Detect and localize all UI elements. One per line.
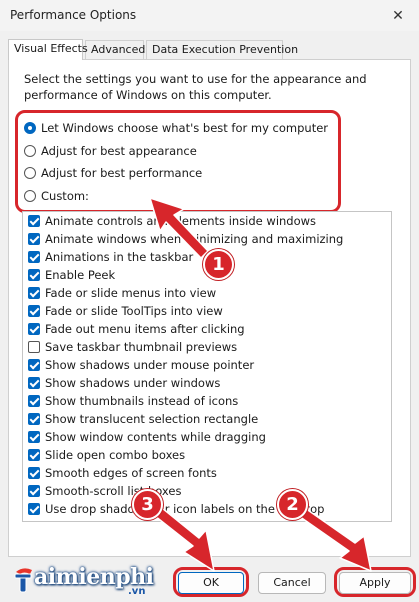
checkbox-checked-icon[interactable] (28, 233, 40, 245)
option-label: Show shadows under windows (45, 376, 221, 390)
step-3-badge: 3 (132, 489, 163, 520)
checkbox-checked-icon[interactable] (28, 251, 40, 263)
checkbox-checked-icon[interactable] (28, 323, 40, 335)
option-label: Animate windows when minimizing and maxi… (45, 232, 344, 246)
option-label: Animations in the taskbar (45, 250, 194, 264)
step-2-badge: 2 (277, 489, 308, 520)
description-text: Select the settings you want to use for … (24, 72, 367, 102)
checkbox-checked-icon[interactable] (28, 485, 40, 497)
checkbox-checked-icon[interactable] (28, 503, 40, 515)
option-label: Smooth edges of screen fonts (45, 466, 217, 480)
option-label: Fade out menu items after clicking (45, 322, 245, 336)
option-row[interactable]: Enable Peek (28, 267, 115, 283)
checkbox-checked-icon[interactable] (28, 467, 40, 479)
watermark-domain: .vn (128, 586, 146, 597)
checkbox-checked-icon[interactable] (28, 413, 40, 425)
option-row[interactable]: Slide open combo boxes (28, 447, 185, 463)
close-icon[interactable]: ✕ (386, 6, 410, 26)
checkbox-checked-icon[interactable] (28, 215, 40, 227)
watermark-logo: aimienphi .vn (8, 560, 178, 600)
option-label: Show translucent selection rectangle (45, 412, 259, 426)
checkbox-checked-icon[interactable] (28, 395, 40, 407)
step-1-badge: 1 (203, 249, 234, 280)
tab-data-execution-prevention[interactable]: Data Execution Prevention (146, 40, 298, 59)
option-label: Enable Peek (45, 268, 116, 282)
tab-advanced[interactable]: Advanced (85, 40, 145, 59)
option-label: Show window contents while dragging (45, 430, 266, 444)
cancel-button[interactable]: Cancel (258, 572, 326, 594)
option-label: Show thumbnails instead of icons (45, 394, 239, 408)
option-row[interactable]: Show shadows under windows (28, 375, 220, 391)
checkbox-checked-icon[interactable] (28, 287, 40, 299)
option-row[interactable]: Animations in the taskbar (28, 249, 193, 265)
option-row[interactable]: Animate controls and elements inside win… (28, 213, 316, 229)
brand-t-icon (14, 568, 32, 593)
tab-visual-effects[interactable]: Visual Effects (8, 39, 88, 60)
window-title: Performance Options (10, 8, 137, 22)
checkbox-checked-icon[interactable] (28, 431, 40, 443)
checkbox-checked-icon[interactable] (28, 269, 40, 281)
option-row[interactable]: Show thumbnails instead of icons (28, 393, 238, 409)
option-label: Show shadows under mouse pointer (45, 358, 255, 372)
option-row[interactable]: Show translucent selection rectangle (28, 411, 258, 427)
option-row[interactable]: Show shadows under mouse pointer (28, 357, 254, 373)
option-row[interactable]: Save taskbar thumbnail previews (28, 339, 237, 355)
option-row[interactable]: Fade or slide menus into view (28, 285, 216, 301)
checkbox-checked-icon[interactable] (28, 449, 40, 461)
option-label: Fade or slide menus into view (45, 286, 217, 300)
option-row[interactable]: Fade or slide ToolTips into view (28, 303, 223, 319)
option-label: Animate controls and elements inside win… (45, 214, 317, 228)
checkbox-checked-icon[interactable] (28, 359, 40, 371)
option-label: Fade or slide ToolTips into view (45, 304, 223, 318)
option-label: Slide open combo boxes (45, 448, 186, 462)
option-row[interactable]: Show window contents while dragging (28, 429, 266, 445)
option-label: Save taskbar thumbnail previews (45, 340, 238, 354)
checkbox-unchecked-icon[interactable] (28, 341, 40, 353)
ok-button[interactable]: OK (178, 572, 244, 594)
option-row[interactable]: Animate windows when minimizing and maxi… (28, 231, 343, 247)
option-row[interactable]: Smooth edges of screen fonts (28, 465, 217, 481)
apply-button[interactable]: Apply (339, 572, 411, 594)
title-bar: Performance Options ✕ (0, 0, 419, 31)
checkbox-checked-icon[interactable] (28, 377, 40, 389)
option-row[interactable]: Fade out menu items after clicking (28, 321, 245, 337)
radio-highlight-annotation (15, 110, 341, 213)
checkbox-checked-icon[interactable] (28, 305, 40, 317)
